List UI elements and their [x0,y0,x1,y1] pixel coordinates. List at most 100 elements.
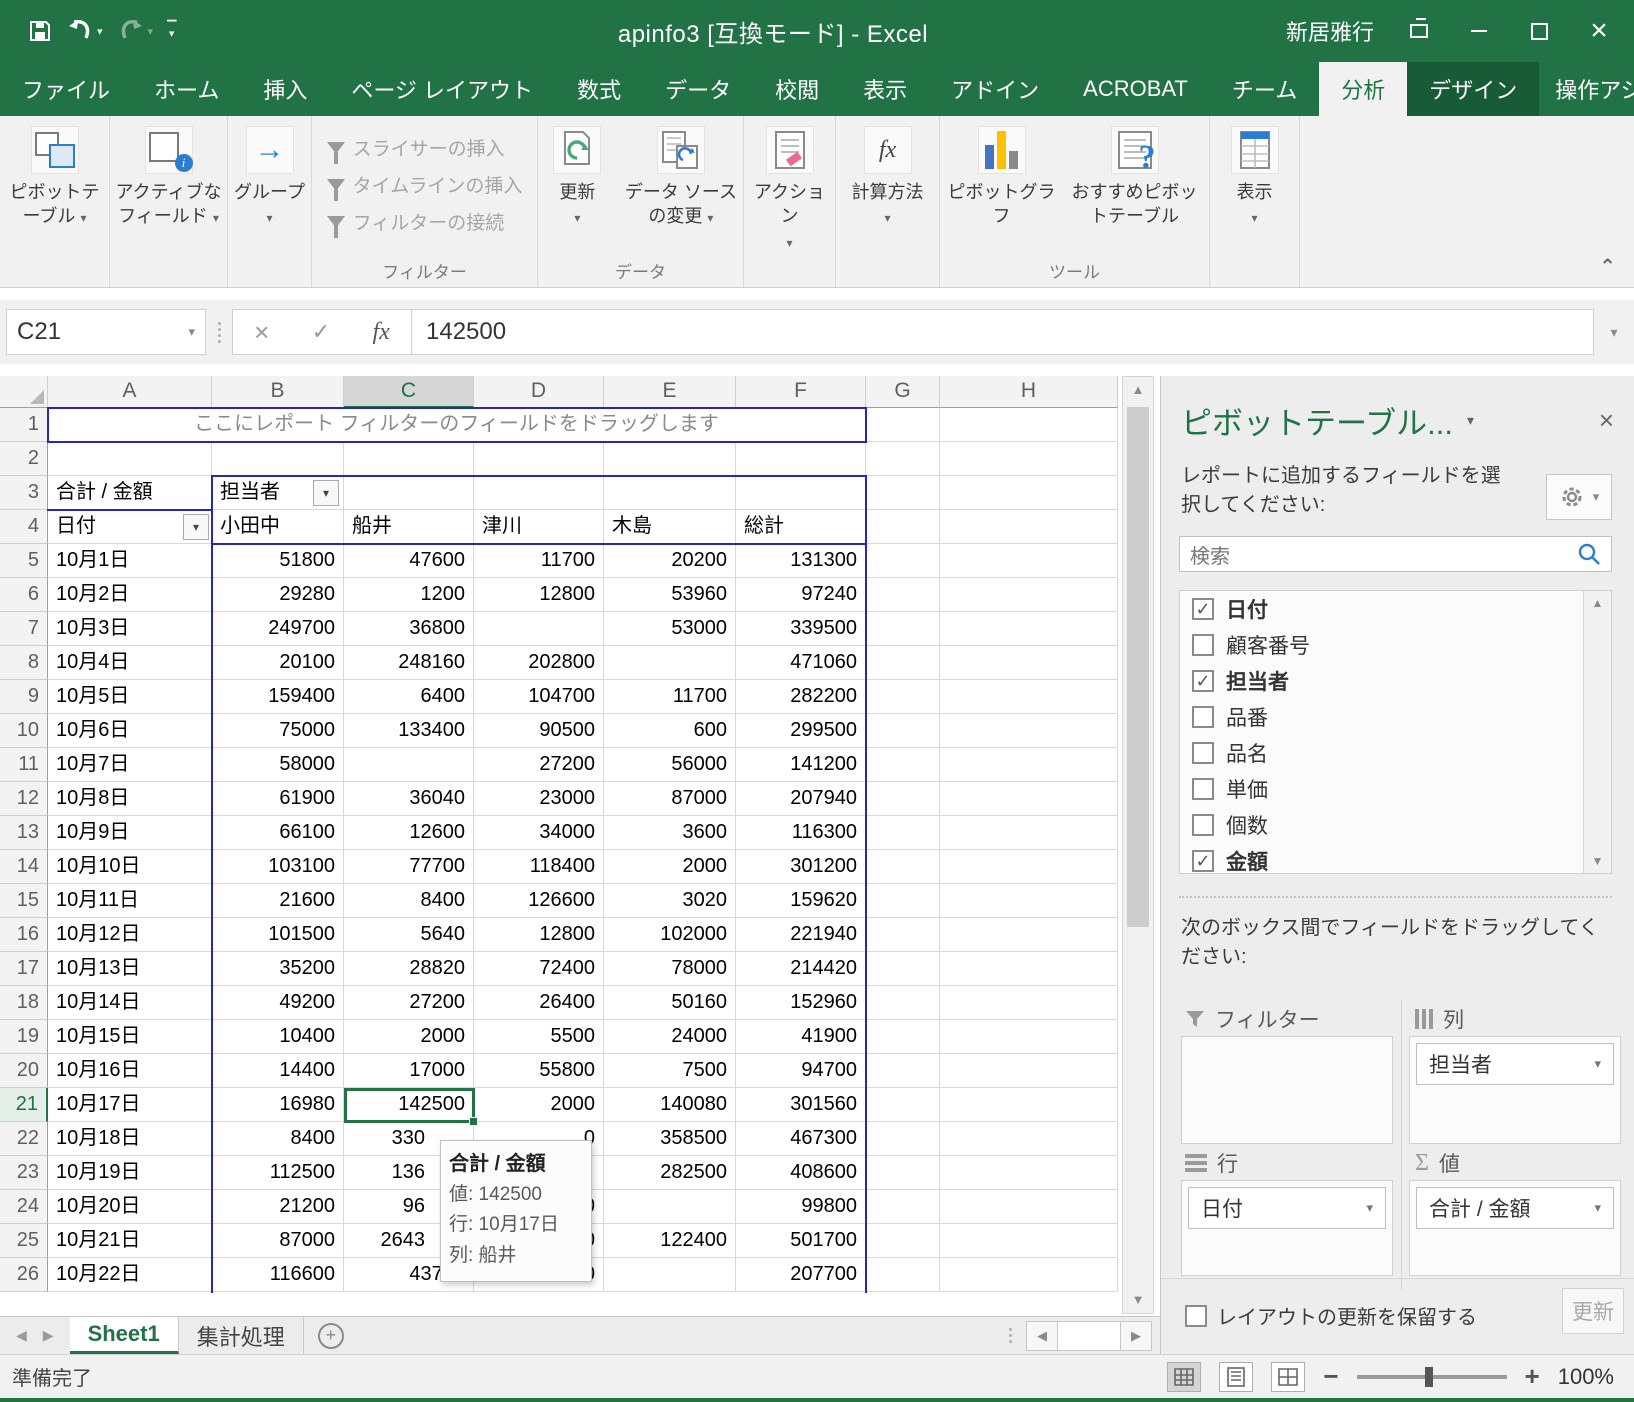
value-cell[interactable] [604,646,736,680]
row-header-15[interactable]: 15 [0,884,48,918]
row-header-13[interactable]: 13 [0,816,48,850]
col-header-E[interactable]: E [604,376,736,408]
calculations-button[interactable]: fx 計算方法▾ [836,124,939,287]
value-cell[interactable]: 6400 [344,680,474,714]
checked-checkbox[interactable]: ✓ [1192,670,1214,692]
empty-cell[interactable] [940,816,1118,850]
insert-function-button[interactable]: fx [372,319,389,346]
update-button[interactable]: 更新 [1562,1288,1624,1334]
unchecked-checkbox[interactable] [1192,778,1214,800]
fill-handle[interactable] [469,1117,478,1126]
empty-cell[interactable] [940,544,1118,578]
tab-デザイン[interactable]: デザイン [1407,62,1539,116]
insert-timeline-button[interactable]: タイムラインの挿入 [327,171,523,198]
empty-cell[interactable] [940,884,1118,918]
empty-cell[interactable] [866,544,940,578]
expand-formula-bar-button[interactable]: ▾ [1594,324,1634,341]
chevron-down-icon[interactable]: ▾ [1366,1200,1373,1216]
value-cell[interactable]: 2000 [604,850,736,884]
minimize-button[interactable] [1464,16,1494,46]
empty-cell[interactable] [866,884,940,918]
row-header-20[interactable]: 20 [0,1054,48,1088]
value-cell[interactable]: 103100 [212,850,344,884]
ribbon-display-options-button[interactable] [1404,16,1434,46]
value-cell[interactable]: 27200 [474,748,604,782]
value-cell[interactable]: 51800 [212,544,344,578]
value-cell[interactable]: 97240 [736,578,866,612]
value-cell[interactable]: 49200 [212,986,344,1020]
empty-cell[interactable] [866,782,940,816]
value-cell[interactable]: 122400 [604,1224,736,1258]
value-cell[interactable]: 10400 [212,1020,344,1054]
name-box[interactable]: C21 ▾ [6,309,206,355]
tab-ホーム[interactable]: ホーム [132,62,241,116]
tab-チーム[interactable]: チーム [1210,62,1319,116]
undo-button[interactable]: ▾ [66,18,103,44]
tab-アドイン[interactable]: アドイン [929,62,1061,116]
tell-me-assistant[interactable]: 操作アシス [1539,62,1634,116]
empty-cell[interactable] [940,1190,1118,1224]
tab-挿入[interactable]: 挿入 [241,62,329,116]
value-cell[interactable]: 214420 [736,952,866,986]
unchecked-checkbox[interactable] [1192,706,1214,728]
value-cell[interactable]: 467300 [736,1122,866,1156]
empty-cell[interactable] [866,714,940,748]
value-cell[interactable]: 53960 [604,578,736,612]
value-cell[interactable]: 17000 [344,1054,474,1088]
value-cell[interactable]: 1200 [344,578,474,612]
date-cell[interactable]: 10月17日 [48,1088,212,1122]
value-cell[interactable]: 116600 [212,1258,344,1292]
value-cell[interactable]: 358500 [604,1122,736,1156]
value-cell[interactable]: 102000 [604,918,736,952]
unchecked-checkbox[interactable] [1192,634,1214,656]
value-cell[interactable]: 339500 [736,612,866,646]
report-filter-drop-zone[interactable]: ここにレポート フィルターのフィールドをドラッグします [48,408,866,442]
value-cell[interactable]: 55800 [474,1054,604,1088]
tab-表示[interactable]: 表示 [841,62,929,116]
date-cell[interactable]: 10月3日 [48,612,212,646]
date-cell[interactable]: 10月6日 [48,714,212,748]
value-cell[interactable]: 3020 [604,884,736,918]
col-header-G[interactable]: G [866,376,940,408]
checked-checkbox[interactable]: ✓ [1192,850,1214,872]
value-cell[interactable]: 5640 [344,918,474,952]
col-header-H[interactable]: H [940,376,1118,408]
tab-ファイル[interactable]: ファイル [0,62,132,116]
formula-bar-grip[interactable] [206,322,232,343]
value-cell[interactable]: 600 [604,714,736,748]
empty-cell[interactable] [866,1190,940,1224]
value-cell[interactable]: 118400 [474,850,604,884]
date-cell[interactable]: 10月10日 [48,850,212,884]
sheet-tab-集計処理[interactable]: 集計処理 [179,1317,304,1354]
row-header-26[interactable]: 26 [0,1258,48,1292]
value-cell[interactable]: 141200 [736,748,866,782]
empty-cell[interactable] [866,1224,940,1258]
empty-cell[interactable] [866,1088,940,1122]
value-cell[interactable]: 66100 [212,816,344,850]
value-cell[interactable]: 21600 [212,884,344,918]
selected-cell-C21[interactable] [344,1088,475,1123]
date-cell[interactable]: 10月11日 [48,884,212,918]
formula-input[interactable]: 142500 [412,309,1594,355]
empty-cell[interactable] [940,1258,1118,1292]
collapse-ribbon-button[interactable]: ⌃ [1599,254,1616,279]
unchecked-checkbox[interactable] [1192,742,1214,764]
value-cell[interactable]: 87000 [212,1224,344,1258]
filter-connections-button[interactable]: フィルターの接続 [327,208,523,235]
value-cell[interactable]: 301200 [736,850,866,884]
date-cell[interactable]: 10月21日 [48,1224,212,1258]
redo-button[interactable]: ▾ [117,18,154,44]
field-item-品名[interactable]: 品名 [1180,735,1611,771]
value-cell[interactable]: 7500 [604,1054,736,1088]
date-cell[interactable]: 10月5日 [48,680,212,714]
value-cell[interactable]: 20100 [212,646,344,680]
unchecked-checkbox[interactable] [1192,814,1214,836]
value-cell[interactable]: 112500 [212,1156,344,1190]
col-header-D[interactable]: D [474,376,604,408]
row-header-9[interactable]: 9 [0,680,48,714]
columns-area-box[interactable]: 担当者 ▾ [1409,1036,1621,1144]
date-cell[interactable]: 10月18日 [48,1122,212,1156]
zoom-percent[interactable]: 100% [1558,1364,1614,1390]
value-cell[interactable]: 282500 [604,1156,736,1190]
value-cell[interactable]: 26400 [474,986,604,1020]
